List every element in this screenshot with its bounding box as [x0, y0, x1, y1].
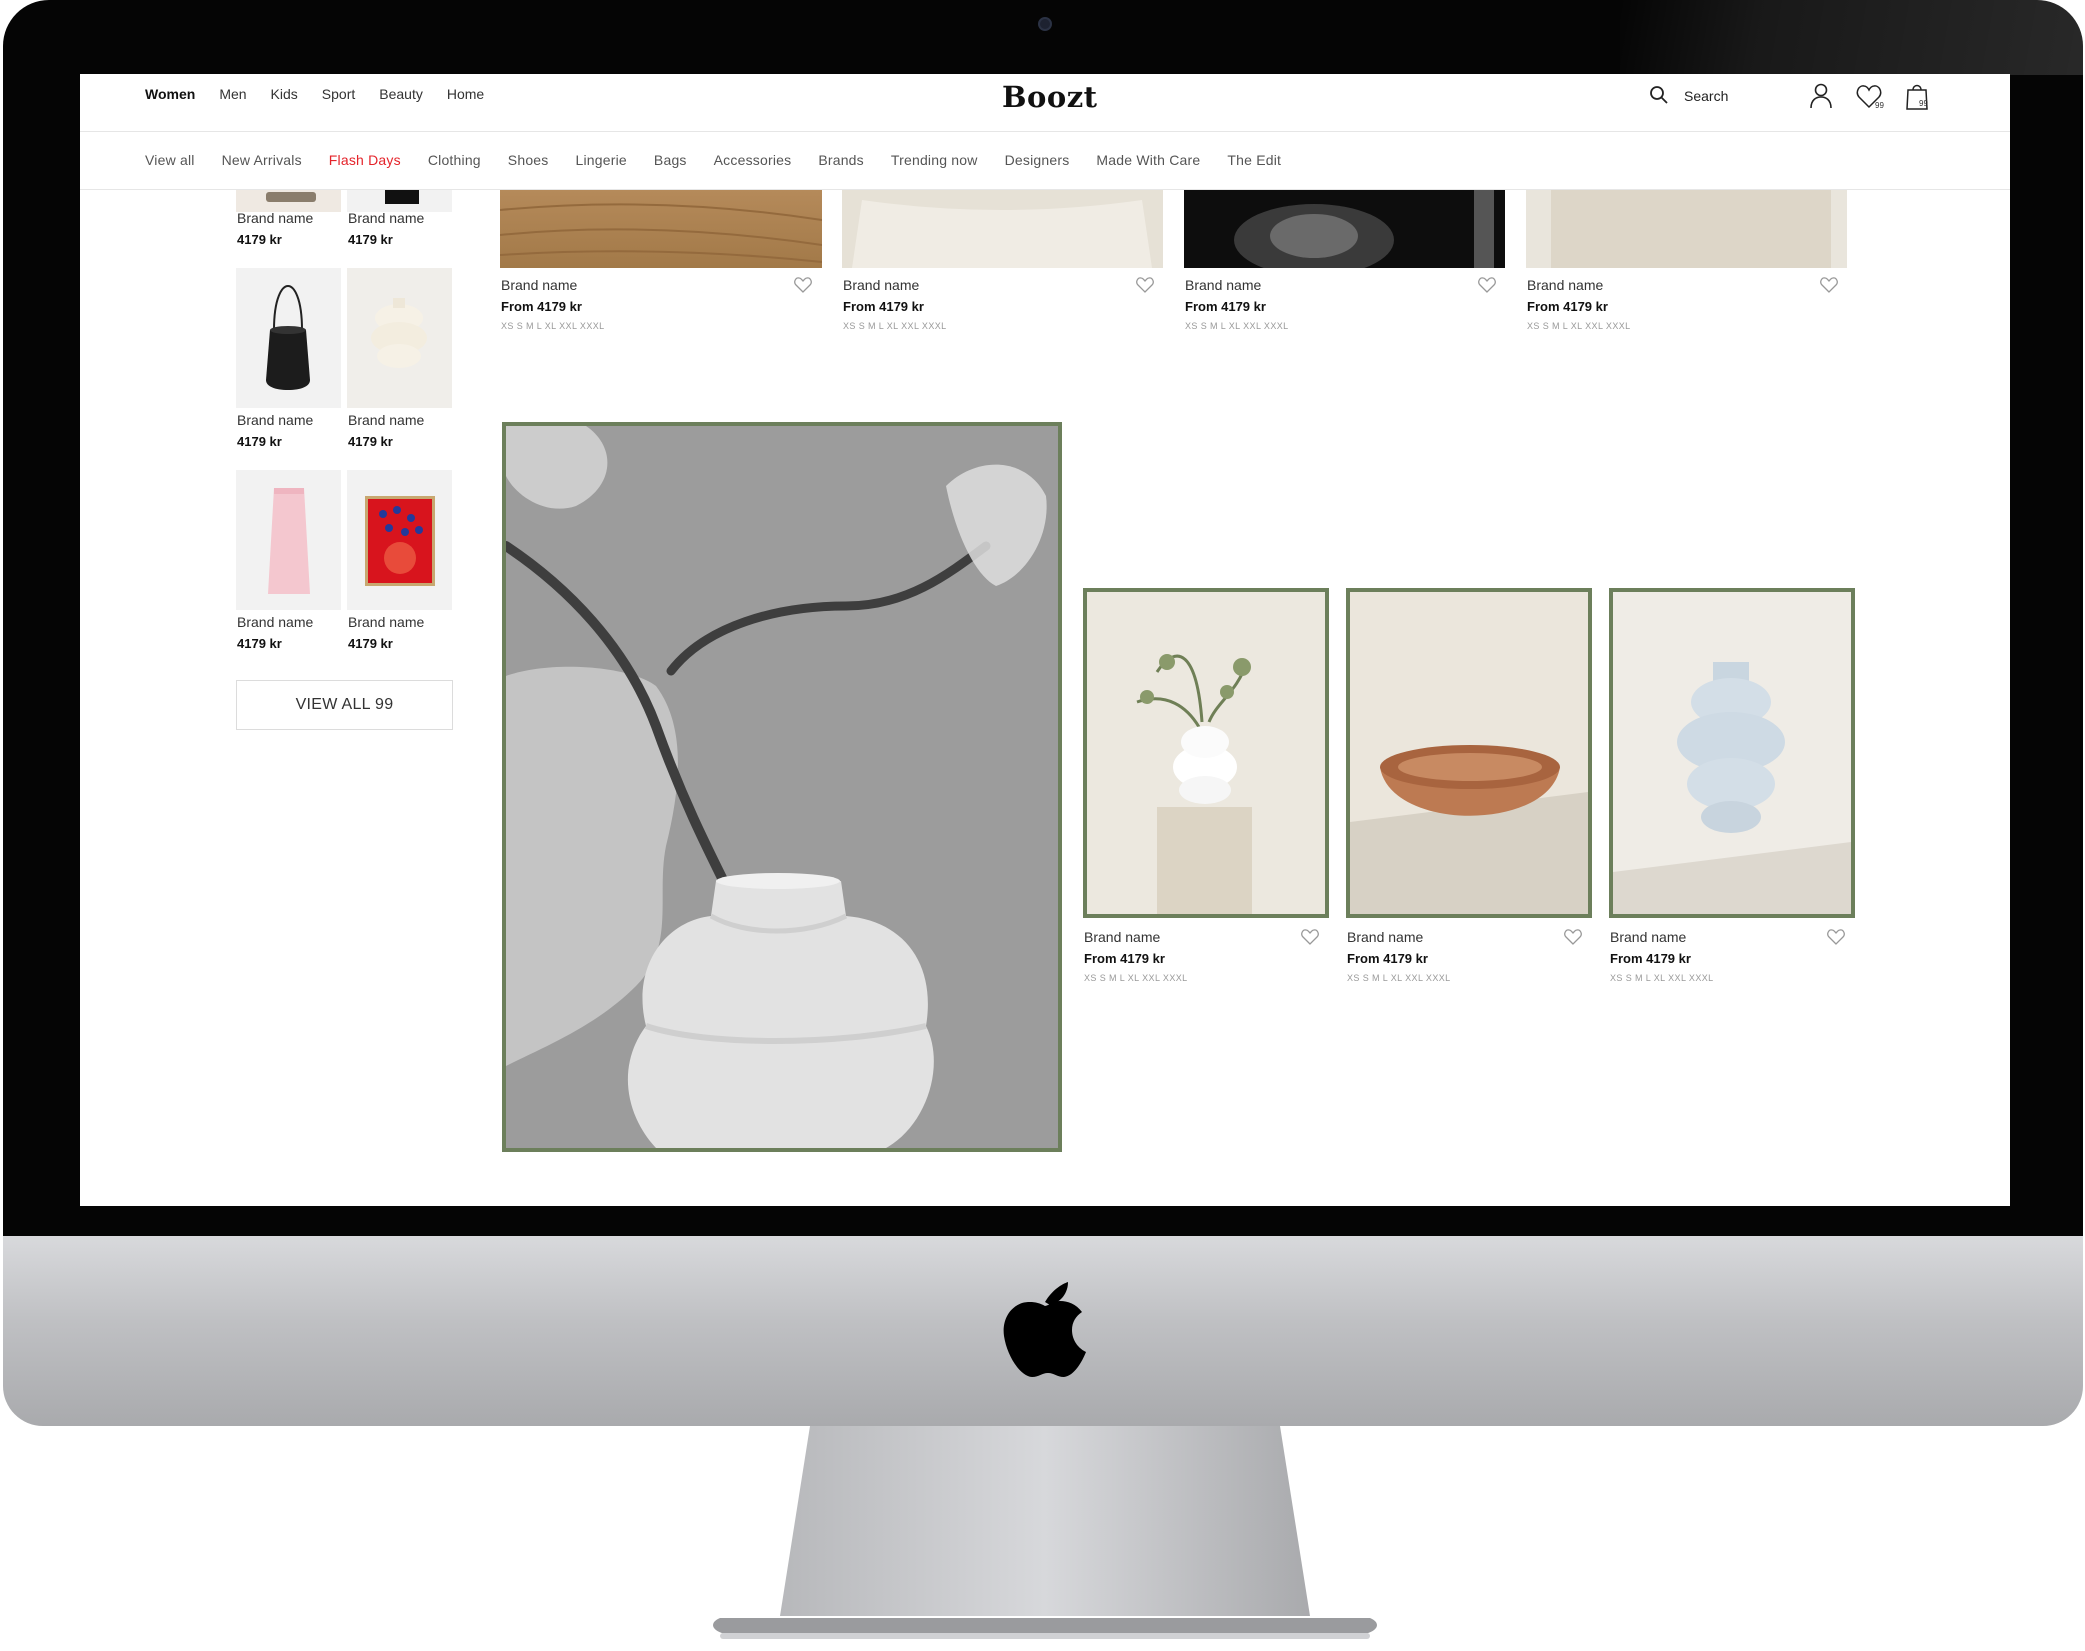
heart-icon[interactable] — [1564, 929, 1582, 945]
product-image[interactable] — [1184, 190, 1505, 268]
subnav-bags[interactable]: Bags — [654, 152, 687, 168]
product-brand[interactable]: Brand name — [348, 210, 424, 226]
subnav-accessories[interactable]: Accessories — [714, 152, 792, 168]
subnav-shoes[interactable]: Shoes — [508, 152, 549, 168]
heart-icon[interactable] — [794, 277, 812, 293]
subnav-designers[interactable]: Designers — [1005, 152, 1070, 168]
search-label[interactable]: Search — [1684, 88, 1728, 104]
subnav-view-all[interactable]: View all — [145, 152, 195, 168]
heart-icon[interactable] — [1478, 277, 1496, 293]
category-nav: View all New Arrivals Flash Days Clothin… — [145, 152, 1308, 168]
nav-women[interactable]: Women — [145, 86, 195, 102]
imac-stand — [713, 1426, 1377, 1639]
product-price: 4179 kr — [348, 232, 393, 247]
product-brand[interactable]: Brand name — [237, 412, 313, 428]
product-card-vase-plant[interactable] — [1083, 588, 1329, 918]
product-sizes: XS S M L XL XXL XXXL — [1610, 973, 1714, 983]
product-brand[interactable]: Brand name — [1185, 277, 1261, 293]
bag-count: 99 — [1919, 99, 1928, 108]
product-card-blue-vase[interactable] — [1609, 588, 1855, 918]
nav-kids[interactable]: Kids — [271, 86, 298, 102]
product-price: From 4179 kr — [1527, 299, 1608, 314]
feature-image-vase[interactable] — [502, 422, 1062, 1152]
product-sizes: XS S M L XL XXL XXXL — [1084, 973, 1188, 983]
webcam — [1038, 17, 1052, 31]
product-price: 4179 kr — [348, 434, 393, 449]
product-brand[interactable]: Brand name — [348, 412, 424, 428]
product-thumb[interactable] — [347, 190, 452, 212]
subnav-clothing[interactable]: Clothing — [428, 152, 481, 168]
subnav-brands[interactable]: Brands — [818, 152, 864, 168]
product-thumb-lamp[interactable] — [347, 268, 452, 408]
product-brand[interactable]: Brand name — [237, 614, 313, 630]
product-sizes: XS S M L XL XXL XXXL — [501, 321, 605, 331]
boozt-logo[interactable]: Boozt — [1002, 80, 1098, 114]
product-brand[interactable]: Brand name — [237, 210, 313, 226]
product-thumb-skirt[interactable] — [236, 470, 341, 610]
product-price: From 4179 kr — [1185, 299, 1266, 314]
heart-icon[interactable] — [1820, 277, 1838, 293]
nav-beauty[interactable]: Beauty — [379, 86, 423, 102]
apple-logo-icon — [1003, 1282, 1086, 1377]
product-brand[interactable]: Brand name — [1084, 929, 1160, 945]
subnav-flash-days[interactable]: Flash Days — [329, 152, 401, 168]
subnav-trending-now[interactable]: Trending now — [891, 152, 978, 168]
product-price: From 4179 kr — [1347, 951, 1428, 966]
product-sizes: XS S M L XL XXL XXXL — [1185, 321, 1289, 331]
product-price: From 4179 kr — [1084, 951, 1165, 966]
shopping-bag-icon[interactable]: 99 — [1905, 81, 1933, 111]
product-price: 4179 kr — [237, 434, 282, 449]
product-thumb-poster[interactable] — [347, 470, 452, 610]
product-image[interactable] — [1526, 190, 1847, 268]
product-price: From 4179 kr — [843, 299, 924, 314]
product-image[interactable] — [842, 190, 1163, 268]
product-brand[interactable]: Brand name — [1610, 929, 1686, 945]
product-price: 4179 kr — [348, 636, 393, 651]
wishlist-icon[interactable]: 99 — [1856, 84, 1886, 110]
bezel-glare — [1620, 0, 2083, 75]
product-brand[interactable]: Brand name — [501, 277, 577, 293]
product-brand[interactable]: Brand name — [348, 614, 424, 630]
heart-icon[interactable] — [1827, 929, 1845, 945]
view-all-button[interactable]: VIEW ALL 99 — [236, 680, 453, 730]
search-icon[interactable] — [1649, 85, 1669, 105]
subnav-the-edit[interactable]: The Edit — [1227, 152, 1281, 168]
nav-home[interactable]: Home — [447, 86, 484, 102]
product-image[interactable] — [500, 190, 822, 268]
category-bar: View all New Arrivals Flash Days Clothin… — [80, 132, 2010, 190]
heart-icon[interactable] — [1136, 277, 1154, 293]
nav-sport[interactable]: Sport — [322, 86, 355, 102]
product-thumb[interactable] — [236, 190, 341, 212]
product-brand[interactable]: Brand name — [1527, 277, 1603, 293]
product-price: 4179 kr — [237, 636, 282, 651]
wishlist-count: 99 — [1875, 101, 1884, 110]
product-brand[interactable]: Brand name — [843, 277, 919, 293]
header: Women Men Kids Sport Beauty Home Boozt S… — [80, 74, 2010, 132]
product-sizes: XS S M L XL XXL XXXL — [1527, 321, 1631, 331]
product-sizes: XS S M L XL XXL XXXL — [1347, 973, 1451, 983]
product-price: From 4179 kr — [501, 299, 582, 314]
browser-screen: Women Men Kids Sport Beauty Home Boozt S… — [80, 74, 2010, 1206]
subnav-lingerie[interactable]: Lingerie — [576, 152, 627, 168]
nav-men[interactable]: Men — [219, 86, 246, 102]
department-nav: Women Men Kids Sport Beauty Home — [145, 86, 484, 102]
product-price: From 4179 kr — [1610, 951, 1691, 966]
product-price: 4179 kr — [237, 232, 282, 247]
user-account-icon[interactable] — [1808, 82, 1834, 110]
subnav-made-with-care[interactable]: Made With Care — [1096, 152, 1200, 168]
product-card-bowl[interactable] — [1346, 588, 1592, 918]
subnav-new-arrivals[interactable]: New Arrivals — [222, 152, 302, 168]
product-brand[interactable]: Brand name — [1347, 929, 1423, 945]
product-thumb-bag[interactable] — [236, 268, 341, 408]
heart-icon[interactable] — [1301, 929, 1319, 945]
product-sizes: XS S M L XL XXL XXXL — [843, 321, 947, 331]
